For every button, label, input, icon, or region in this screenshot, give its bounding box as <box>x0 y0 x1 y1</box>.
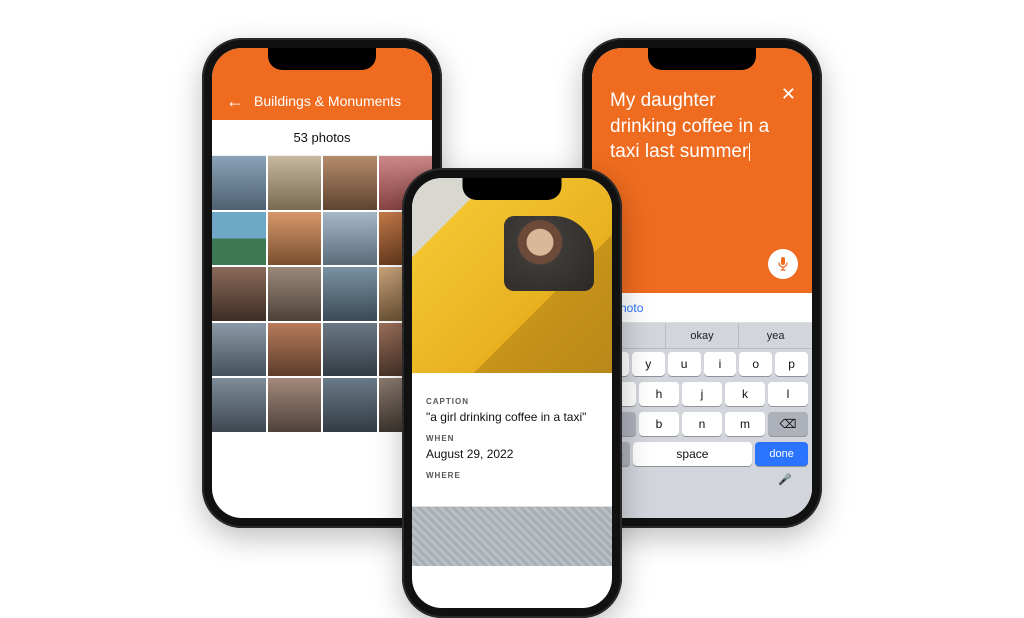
done-key[interactable]: done <box>755 442 808 466</box>
keyboard-bottom-row: 123 space done <box>592 439 812 469</box>
keyboard-suggestion[interactable]: okay <box>666 323 740 348</box>
key[interactable]: u <box>668 352 701 376</box>
gallery-title: Buildings & Monuments <box>254 93 401 109</box>
key[interactable]: j <box>682 382 722 406</box>
key[interactable]: p <box>775 352 808 376</box>
key[interactable]: m <box>725 412 765 436</box>
key[interactable]: b <box>639 412 679 436</box>
keyboard-row: ⇧ b n m ⌫ <box>592 409 812 439</box>
photo-thumb[interactable] <box>212 267 266 321</box>
phone-notch <box>463 178 562 200</box>
detail-screen: CAPTION "a girl drinking coffee in a tax… <box>412 178 612 608</box>
close-icon[interactable]: ✕ <box>781 84 796 105</box>
photo-thumb[interactable] <box>268 378 322 432</box>
microphone-button[interactable] <box>768 249 798 279</box>
dictation-icon[interactable]: 🎤 <box>778 473 792 486</box>
location-map[interactable] <box>412 506 612 566</box>
ios-keyboard: okay yea t y u i o p g h j k l <box>592 323 812 518</box>
keyboard-footer: ☺ 🎤 <box>592 469 812 489</box>
photo-thumb[interactable] <box>268 267 322 321</box>
photo-grid[interactable] <box>212 156 432 432</box>
key[interactable]: o <box>739 352 772 376</box>
key[interactable]: y <box>632 352 665 376</box>
when-label: WHEN <box>426 434 598 443</box>
action-link-bar[interactable]: d Photo <box>592 293 812 323</box>
phone-notch <box>648 48 756 70</box>
text-cursor <box>749 143 750 161</box>
when-value: August 29, 2022 <box>426 447 598 461</box>
photo-thumb[interactable] <box>323 378 377 432</box>
key[interactable]: k <box>725 382 765 406</box>
keyboard-suggestions: okay yea <box>592 323 812 349</box>
key[interactable]: i <box>704 352 737 376</box>
photo-subject <box>504 216 594 291</box>
search-input-text[interactable]: My daughter drinking coffee in a taxi la… <box>610 88 780 165</box>
search-text-value: My daughter drinking coffee in a taxi la… <box>610 90 769 162</box>
photo-thumb[interactable] <box>212 323 266 377</box>
phone-notch <box>268 48 376 70</box>
photo-thumb[interactable] <box>212 156 266 210</box>
photo-thumb[interactable] <box>268 156 322 210</box>
key[interactable]: l <box>768 382 808 406</box>
key[interactable]: n <box>682 412 722 436</box>
search-panel: ✕ My daughter drinking coffee in a taxi … <box>592 48 812 293</box>
caption-label: CAPTION <box>426 397 598 406</box>
back-arrow-icon[interactable]: ← <box>226 92 244 110</box>
where-label: WHERE <box>426 471 598 480</box>
keyboard-row: t y u i o p <box>592 349 812 379</box>
photo-thumb[interactable] <box>323 323 377 377</box>
photo-count-bar: 53 photos <box>212 120 432 156</box>
photo-details: CAPTION "a girl drinking coffee in a tax… <box>412 373 612 494</box>
photo-thumb[interactable] <box>323 212 377 266</box>
microphone-icon <box>777 256 789 272</box>
photo-thumb[interactable] <box>323 156 377 210</box>
keyboard-row: g h j k l <box>592 379 812 409</box>
search-screen: ✕ My daughter drinking coffee in a taxi … <box>592 48 812 518</box>
photo-thumb[interactable] <box>212 212 266 266</box>
photo-thumb[interactable] <box>212 378 266 432</box>
space-key[interactable]: space <box>633 442 753 466</box>
keyboard-suggestion[interactable]: yea <box>739 323 812 348</box>
delete-key[interactable]: ⌫ <box>768 412 808 436</box>
photo-thumb[interactable] <box>323 267 377 321</box>
gallery-screen: ← Buildings & Monuments 53 photos <box>212 48 432 518</box>
caption-value: "a girl drinking coffee in a taxi" <box>426 410 598 424</box>
photo-thumb[interactable] <box>268 212 322 266</box>
photo-hero[interactable] <box>412 178 612 373</box>
key[interactable]: h <box>639 382 679 406</box>
photo-thumb[interactable] <box>268 323 322 377</box>
phone-detail: CAPTION "a girl drinking coffee in a tax… <box>402 168 622 618</box>
